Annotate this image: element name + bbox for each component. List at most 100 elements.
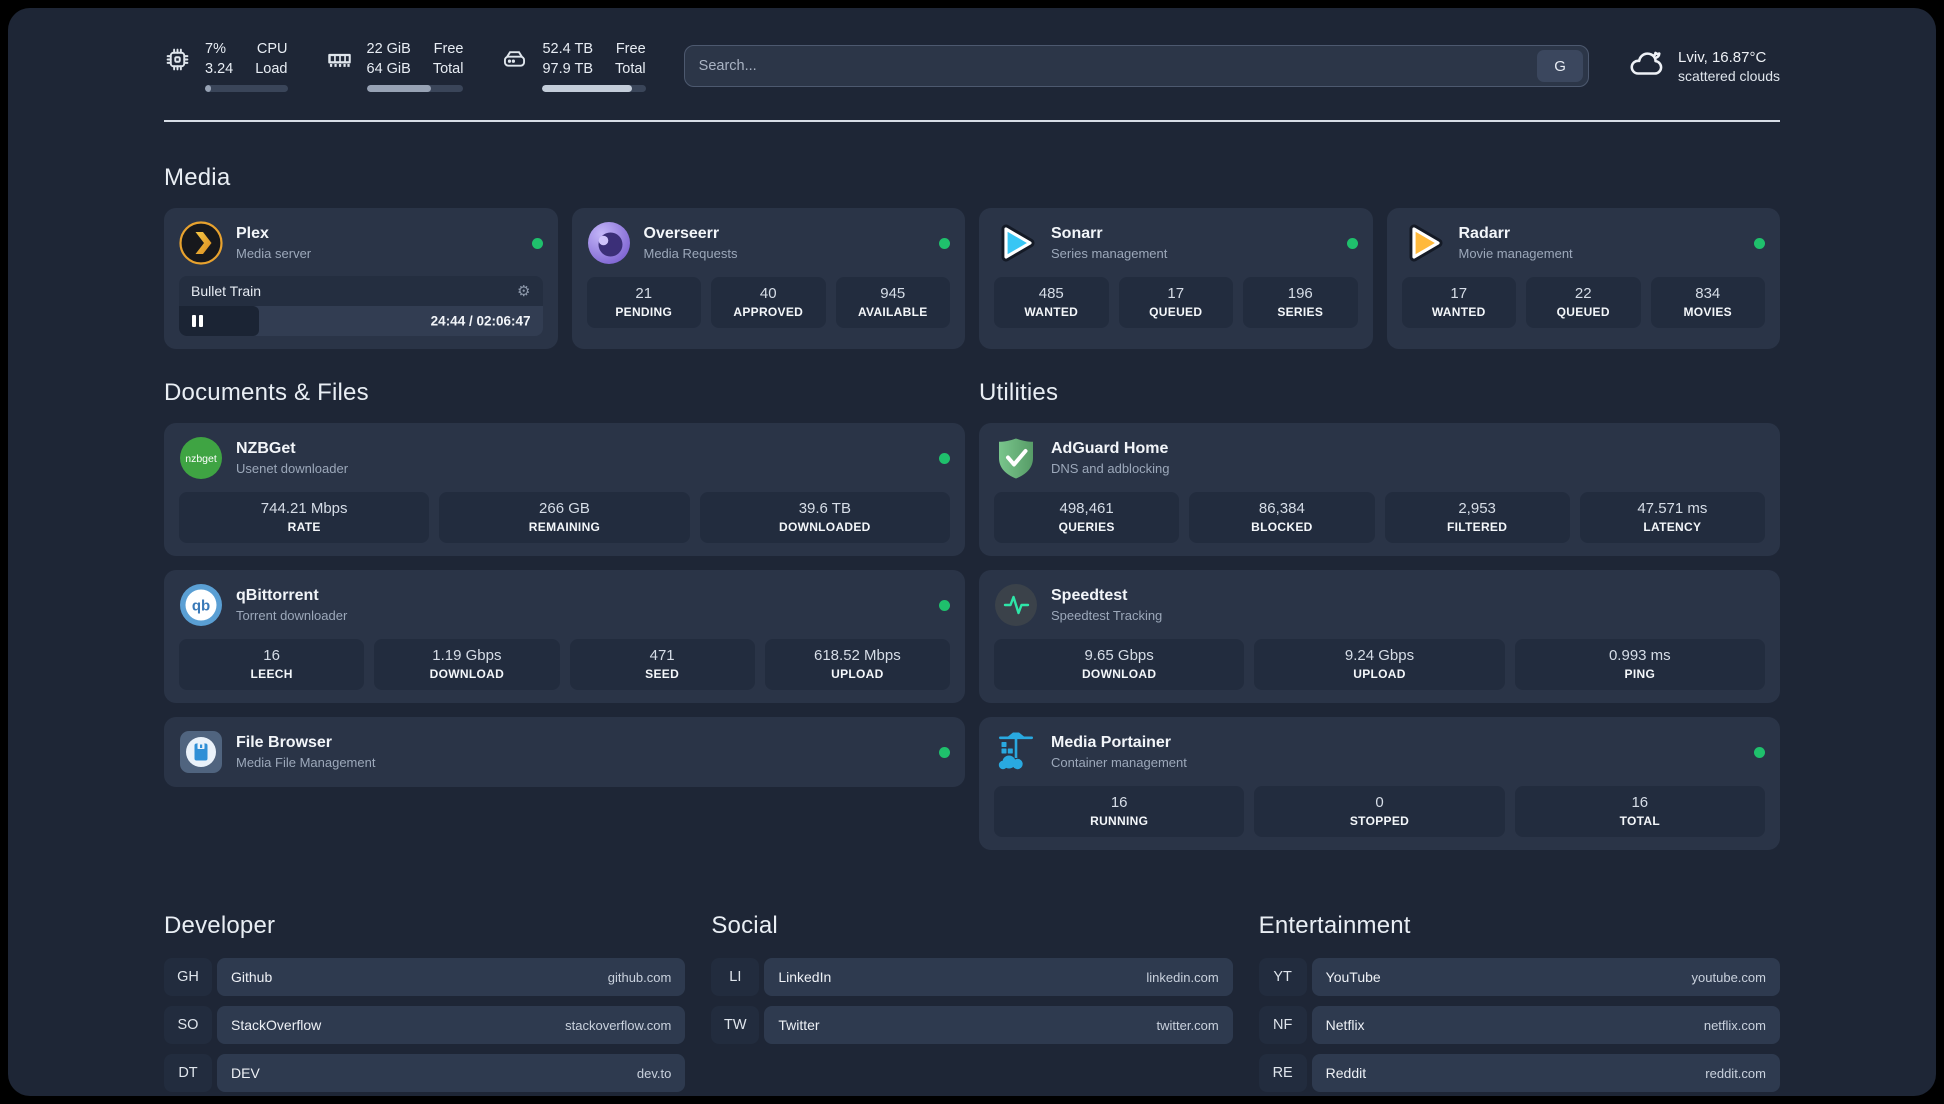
app-card-speedtest[interactable]: Speedtest Speedtest Tracking 9.65 Gbps D… <box>979 570 1780 703</box>
link-linkedin[interactable]: LI LinkedIn linkedin.com <box>711 958 1233 996</box>
link-netflix[interactable]: NF Netflix netflix.com <box>1258 1006 1780 1044</box>
stat-running: 16 RUNNING <box>994 786 1245 837</box>
qbittorrent-icon: qb <box>179 583 223 627</box>
app-card-filebrowser[interactable]: File Browser Media File Management <box>164 717 965 787</box>
link-dev[interactable]: DT DEV dev.to <box>164 1054 686 1092</box>
app-card-overseerr[interactable]: Overseerr Media Requests 21 PENDING 40 A… <box>571 208 965 349</box>
section-title-media: Media <box>164 164 231 191</box>
link-name: Netflix <box>1325 1017 1365 1033</box>
dashboard-window: 7% 3.24 CPU Load 22 GiB 64 GiB Free Tota… <box>8 8 1936 1096</box>
link-twitter[interactable]: TW Twitter twitter.com <box>711 1006 1233 1044</box>
section-entertainment: Entertainment YT YouTube youtube.com NF … <box>1258 912 1780 1096</box>
link-name: YouTube <box>1325 969 1381 985</box>
link-url: netflix.com <box>1703 1017 1766 1033</box>
link-name: DEV <box>231 1065 260 1081</box>
memory-progressbar <box>366 84 464 92</box>
app-card-radarr[interactable]: Radarr Movie management 17 WANTED 22 QUE… <box>1386 208 1780 349</box>
app-desc: DNS and adblocking <box>1051 461 1170 476</box>
stat-queued: 17 QUEUED <box>1118 277 1233 328</box>
stat-rate: 744.21 Mbps RATE <box>179 492 430 543</box>
stat-filtered: 2,953 FILTERED <box>1384 492 1570 543</box>
app-card-plex[interactable]: Plex Media server Bullet Train ⚙ 24:44 /… <box>164 208 558 349</box>
nzbget-icon: nzbget <box>179 436 223 480</box>
app-name: Overseerr <box>643 225 720 242</box>
link-tag: DT <box>164 1054 212 1092</box>
link-stackoverflow[interactable]: SO StackOverflow stackoverflow.com <box>164 1006 686 1044</box>
link-name: LinkedIn <box>778 969 832 985</box>
app-desc: Speedtest Tracking <box>1051 608 1163 623</box>
app-card-nzbget[interactable]: nzbget NZBGet Usenet downloader 744.21 M… <box>164 423 965 556</box>
svg-text:nzbget: nzbget <box>185 453 217 465</box>
top-bar: 7% 3.24 CPU Load 22 GiB 64 GiB Free Tota… <box>164 38 1780 94</box>
stat-movies: 834 MOVIES <box>1650 277 1765 328</box>
app-name: Radarr <box>1458 225 1511 242</box>
cpu-stat: 7% 3.24 CPU Load <box>164 40 288 92</box>
app-card-qbittorrent[interactable]: qb qBittorrent Torrent downloader 16 LEE… <box>164 570 965 703</box>
pause-button[interactable] <box>192 315 203 327</box>
app-desc: Usenet downloader <box>236 461 349 476</box>
link-url: dev.to <box>636 1065 672 1081</box>
app-desc: Movie management <box>1458 246 1573 261</box>
cpu-labels: CPU Load <box>255 41 288 77</box>
overseerr-icon <box>587 221 631 265</box>
sonarr-icon <box>994 221 1038 265</box>
link-tag: NF <box>1258 1006 1307 1044</box>
status-dot <box>939 746 950 758</box>
app-name: qBittorrent <box>236 587 319 604</box>
gear-icon[interactable]: ⚙ <box>517 284 530 299</box>
link-youtube[interactable]: YT YouTube youtube.com <box>1258 958 1780 996</box>
cpu-values: 7% 3.24 <box>205 41 234 77</box>
stat-wanted: 485 WANTED <box>994 277 1109 328</box>
app-card-adguard[interactable]: AdGuard Home DNS and adblocking 498,461 … <box>979 423 1780 556</box>
speedtest-icon <box>994 583 1038 627</box>
memory-labels: Free Total <box>432 41 464 77</box>
playback-time: 24:44 / 02:06:47 <box>430 313 531 329</box>
app-desc: Torrent downloader <box>236 608 348 623</box>
plex-now-playing: Bullet Train ⚙ 24:44 / 02:06:47 <box>179 276 543 336</box>
app-name: File Browser <box>236 734 333 751</box>
app-card-portainer[interactable]: Media Portainer Container management 16 … <box>979 717 1780 850</box>
link-tag: GH <box>164 958 212 996</box>
disk-labels: Free Total <box>615 41 646 77</box>
link-tag: RE <box>1258 1054 1307 1092</box>
stat-blocked: 86,384 BLOCKED <box>1189 492 1375 543</box>
link-reddit[interactable]: RE Reddit reddit.com <box>1258 1054 1780 1092</box>
status-dot <box>531 237 543 249</box>
app-name: Sonarr <box>1051 225 1103 242</box>
radarr-icon <box>1402 221 1446 265</box>
link-tag: SO <box>164 1006 212 1044</box>
link-github[interactable]: GH Github github.com <box>164 958 686 996</box>
section-title-social: Social <box>711 912 778 939</box>
link-name: Twitter <box>778 1017 820 1033</box>
search-bar: G <box>683 45 1590 87</box>
app-desc: Media Requests <box>643 246 738 261</box>
app-desc: Media File Management <box>236 755 376 770</box>
status-dot <box>939 599 950 611</box>
stat-downloaded: 39.6 TB DOWNLOADED <box>699 492 950 543</box>
stat-stopped: 0 STOPPED <box>1254 786 1505 837</box>
stat-remaining: 266 GB REMAINING <box>439 492 690 543</box>
app-desc: Media server <box>236 246 312 261</box>
stat-ping: 0.993 ms PING <box>1514 639 1765 690</box>
stat-seed: 471 SEED <box>569 639 755 690</box>
app-name: Speedtest <box>1051 587 1128 604</box>
search-engine-button[interactable]: G <box>1537 50 1584 82</box>
status-dot <box>1346 237 1358 249</box>
link-tag: TW <box>711 1006 760 1044</box>
playback-progressbar[interactable]: 24:44 / 02:06:47 <box>179 306 543 336</box>
app-card-sonarr[interactable]: Sonarr Series management 485 WANTED 17 Q… <box>979 208 1373 349</box>
search-input[interactable] <box>698 58 1538 74</box>
section-title-documents: Documents & Files <box>164 379 369 406</box>
stat-available: 945 AVAILABLE <box>835 277 950 328</box>
header-divider <box>164 120 1780 122</box>
memory-stat: 22 GiB 64 GiB Free Total <box>326 40 464 92</box>
disk-values: 52.4 TB 97.9 TB <box>542 41 594 77</box>
status-dot <box>1754 237 1765 249</box>
weather-location: Lviv, 16.87°C <box>1678 48 1767 66</box>
disk-icon <box>501 40 528 78</box>
app-desc: Series management <box>1051 246 1168 261</box>
weather-condition: scattered clouds <box>1678 67 1780 84</box>
stat-download: 9.65 Gbps DOWNLOAD <box>994 639 1245 690</box>
stat-queued: 22 QUEUED <box>1526 277 1641 328</box>
link-name: Github <box>231 969 273 985</box>
